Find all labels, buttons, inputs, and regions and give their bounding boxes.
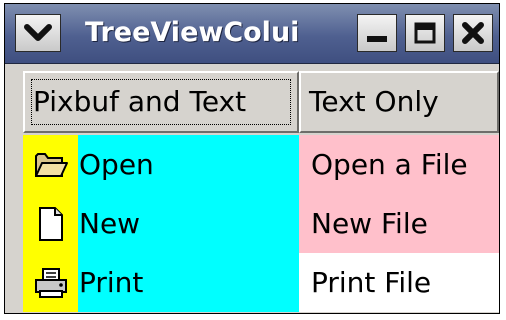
table-row[interactable]: Print Print File xyxy=(23,253,499,312)
column-header-text-only[interactable]: Text Only xyxy=(299,71,499,133)
window-title: TreeViewColui xyxy=(85,17,300,48)
row-icon-cell xyxy=(23,194,78,253)
title-bar[interactable]: TreeViewColui xyxy=(5,4,499,64)
row-label: Open xyxy=(78,135,299,194)
tree-view-body: Open Open a File New New File Print Prin… xyxy=(23,135,499,313)
chevron-down-icon xyxy=(24,24,52,41)
tree-view-header: Pixbuf and Text Text Only xyxy=(23,71,499,133)
row-description: New File xyxy=(299,194,499,253)
close-icon xyxy=(462,22,484,44)
column-header-label: Text Only xyxy=(309,85,439,118)
folder-open-icon xyxy=(34,152,68,177)
table-row[interactable]: New New File xyxy=(23,194,499,253)
printer-icon xyxy=(34,267,67,298)
table-row[interactable]: Open Open a File xyxy=(23,135,499,194)
row-label: New xyxy=(78,194,299,253)
focus-rectangle xyxy=(31,79,291,125)
column-header-pixbuf-and-text[interactable]: Pixbuf and Text xyxy=(23,71,299,133)
app-window: TreeViewColui Pixbuf and Text Text Only xyxy=(4,3,500,314)
minimize-icon xyxy=(367,36,387,42)
maximize-icon xyxy=(414,22,436,44)
window-menu-button[interactable] xyxy=(15,14,61,52)
row-icon-cell xyxy=(23,135,78,194)
minimize-button[interactable] xyxy=(357,14,397,52)
row-description: Print File xyxy=(299,253,499,312)
row-icon-cell xyxy=(23,253,78,312)
row-label: Print xyxy=(78,253,299,312)
new-file-icon xyxy=(38,206,63,241)
maximize-button[interactable] xyxy=(405,14,445,52)
row-description: Open a File xyxy=(299,135,499,194)
close-button[interactable] xyxy=(453,14,493,52)
